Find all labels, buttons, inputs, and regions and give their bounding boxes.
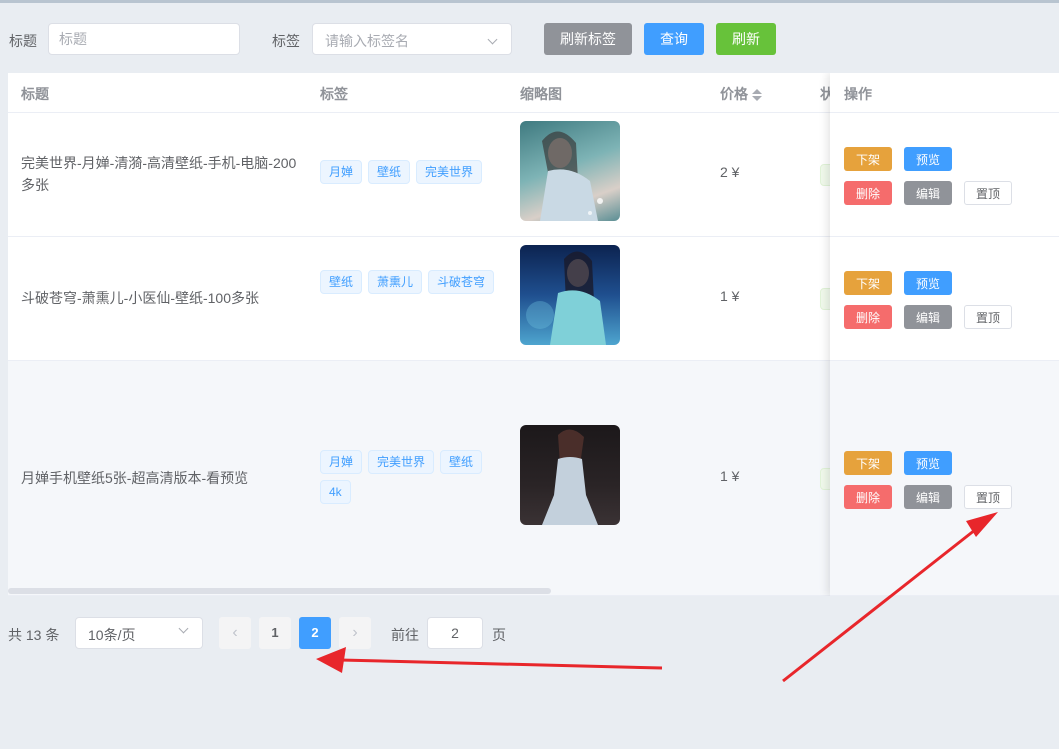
products-table: 标题 标签 缩略图 价格 状 完美世界-月婵-清漪-高清壁纸-手机-电脑-200… [8,73,1059,596]
pagination: 共 13 条 10条/页 ‹ 1 2 › 前往 页 [0,606,1059,656]
header-thumbnail: 缩略图 [520,86,562,102]
actions-cell: 下架 预览 删除 编辑 置顶 [830,361,1059,596]
tag-badge: 完美世界 [368,450,435,474]
actions-column: 操作 下架 预览 删除 编辑 置顶 下架 预览 删除 编辑 置顶 下架 预览 删… [830,73,1059,596]
header-price-label: 价格 [720,86,748,102]
tag-select[interactable]: 请输入标签名 [312,23,512,55]
sort-icon[interactable] [752,89,762,102]
tag-badge: 斗破苍穹 [428,270,495,294]
header-price[interactable]: 价格 [720,84,762,104]
row-tags: 壁纸 萧熏儿 斗破苍穹 [320,270,500,294]
unlist-button[interactable]: 下架 [844,271,892,295]
actions-cell: 下架 预览 删除 编辑 置顶 [830,237,1059,361]
tag-badge: 壁纸 [320,270,363,294]
header-tags: 标签 [320,86,348,102]
title-filter-label: 标题 [9,33,37,49]
tag-badge: 壁纸 [368,160,411,184]
annotation-arrow-pagination [339,658,663,670]
edit-button[interactable]: 编辑 [904,181,952,205]
thumbnail-figure [526,251,606,345]
delete-button[interactable]: 删除 [844,181,892,205]
tag-badge: 壁纸 [440,450,483,474]
refresh-tags-button[interactable]: 刷新标签 [544,23,632,55]
filter-bar: 标题 标签 请输入标签名 刷新标签 查询 刷新 [0,3,1059,73]
page-size-select[interactable]: 10条/页 [75,617,203,649]
page-unit-label: 页 [492,627,506,643]
thumbnail-image[interactable] [520,121,620,221]
header-actions-label: 操作 [844,86,872,102]
tag-badge: 月婵 [320,160,363,184]
tag-badge: 完美世界 [416,160,483,184]
pin-button[interactable]: 置顶 [964,181,1012,205]
row-price: 2 ¥ [720,164,740,180]
delete-button[interactable]: 删除 [844,305,892,329]
header-actions: 操作 [830,73,1059,113]
goto-label: 前往 [391,627,419,643]
next-page-button[interactable]: › [339,617,371,649]
preview-button[interactable]: 预览 [904,147,952,171]
refresh-button[interactable]: 刷新 [716,23,776,55]
chevron-down-icon [178,623,189,634]
unlist-button[interactable]: 下架 [844,451,892,475]
chevron-down-icon [487,34,498,45]
header-title: 标题 [21,86,49,102]
row-tags: 月婵 壁纸 完美世界 [320,160,500,184]
row-price: 1 ¥ [720,288,740,304]
page-1-button[interactable]: 1 [259,617,291,649]
delete-button[interactable]: 删除 [844,485,892,509]
row-title: 月婵手机壁纸5张-超高清版本-看预览 [21,470,249,486]
goto-page-input[interactable] [427,617,483,649]
edit-button[interactable]: 编辑 [904,305,952,329]
tag-filter-label: 标签 [272,33,300,49]
title-search-input[interactable] [48,23,240,55]
preview-button[interactable]: 预览 [904,271,952,295]
preview-button[interactable]: 预览 [904,451,952,475]
pin-button[interactable]: 置顶 [964,305,1012,329]
prev-page-button[interactable]: ‹ [219,617,251,649]
edit-button[interactable]: 编辑 [904,485,952,509]
pin-button[interactable]: 置顶 [964,485,1012,509]
row-title: 斗破苍穹-萧熏儿-小医仙-壁纸-100多张 [21,290,260,306]
tag-badge: 月婵 [320,450,363,474]
tag-badge: 4k [320,480,351,504]
tag-badge: 萧熏儿 [368,270,423,294]
unlist-button[interactable]: 下架 [844,147,892,171]
row-price: 1 ¥ [720,468,740,484]
page-2-button[interactable]: 2 [299,617,331,649]
total-count: 共 13 条 [8,627,60,643]
thumbnail-figure [540,131,603,221]
query-button[interactable]: 查询 [644,23,704,55]
horizontal-scrollbar[interactable] [8,588,551,594]
thumbnail-figure [542,429,598,525]
row-tags: 月婵 完美世界 壁纸 4k [320,450,500,504]
actions-cell: 下架 预览 删除 编辑 置顶 [830,113,1059,237]
thumbnail-image[interactable] [520,425,620,525]
tag-select-placeholder: 请输入标签名 [325,33,409,49]
row-title: 完美世界-月婵-清漪-高清壁纸-手机-电脑-200多张 [21,155,297,193]
thumbnail-image[interactable] [520,245,620,345]
page-size-value: 10条/页 [88,627,136,643]
